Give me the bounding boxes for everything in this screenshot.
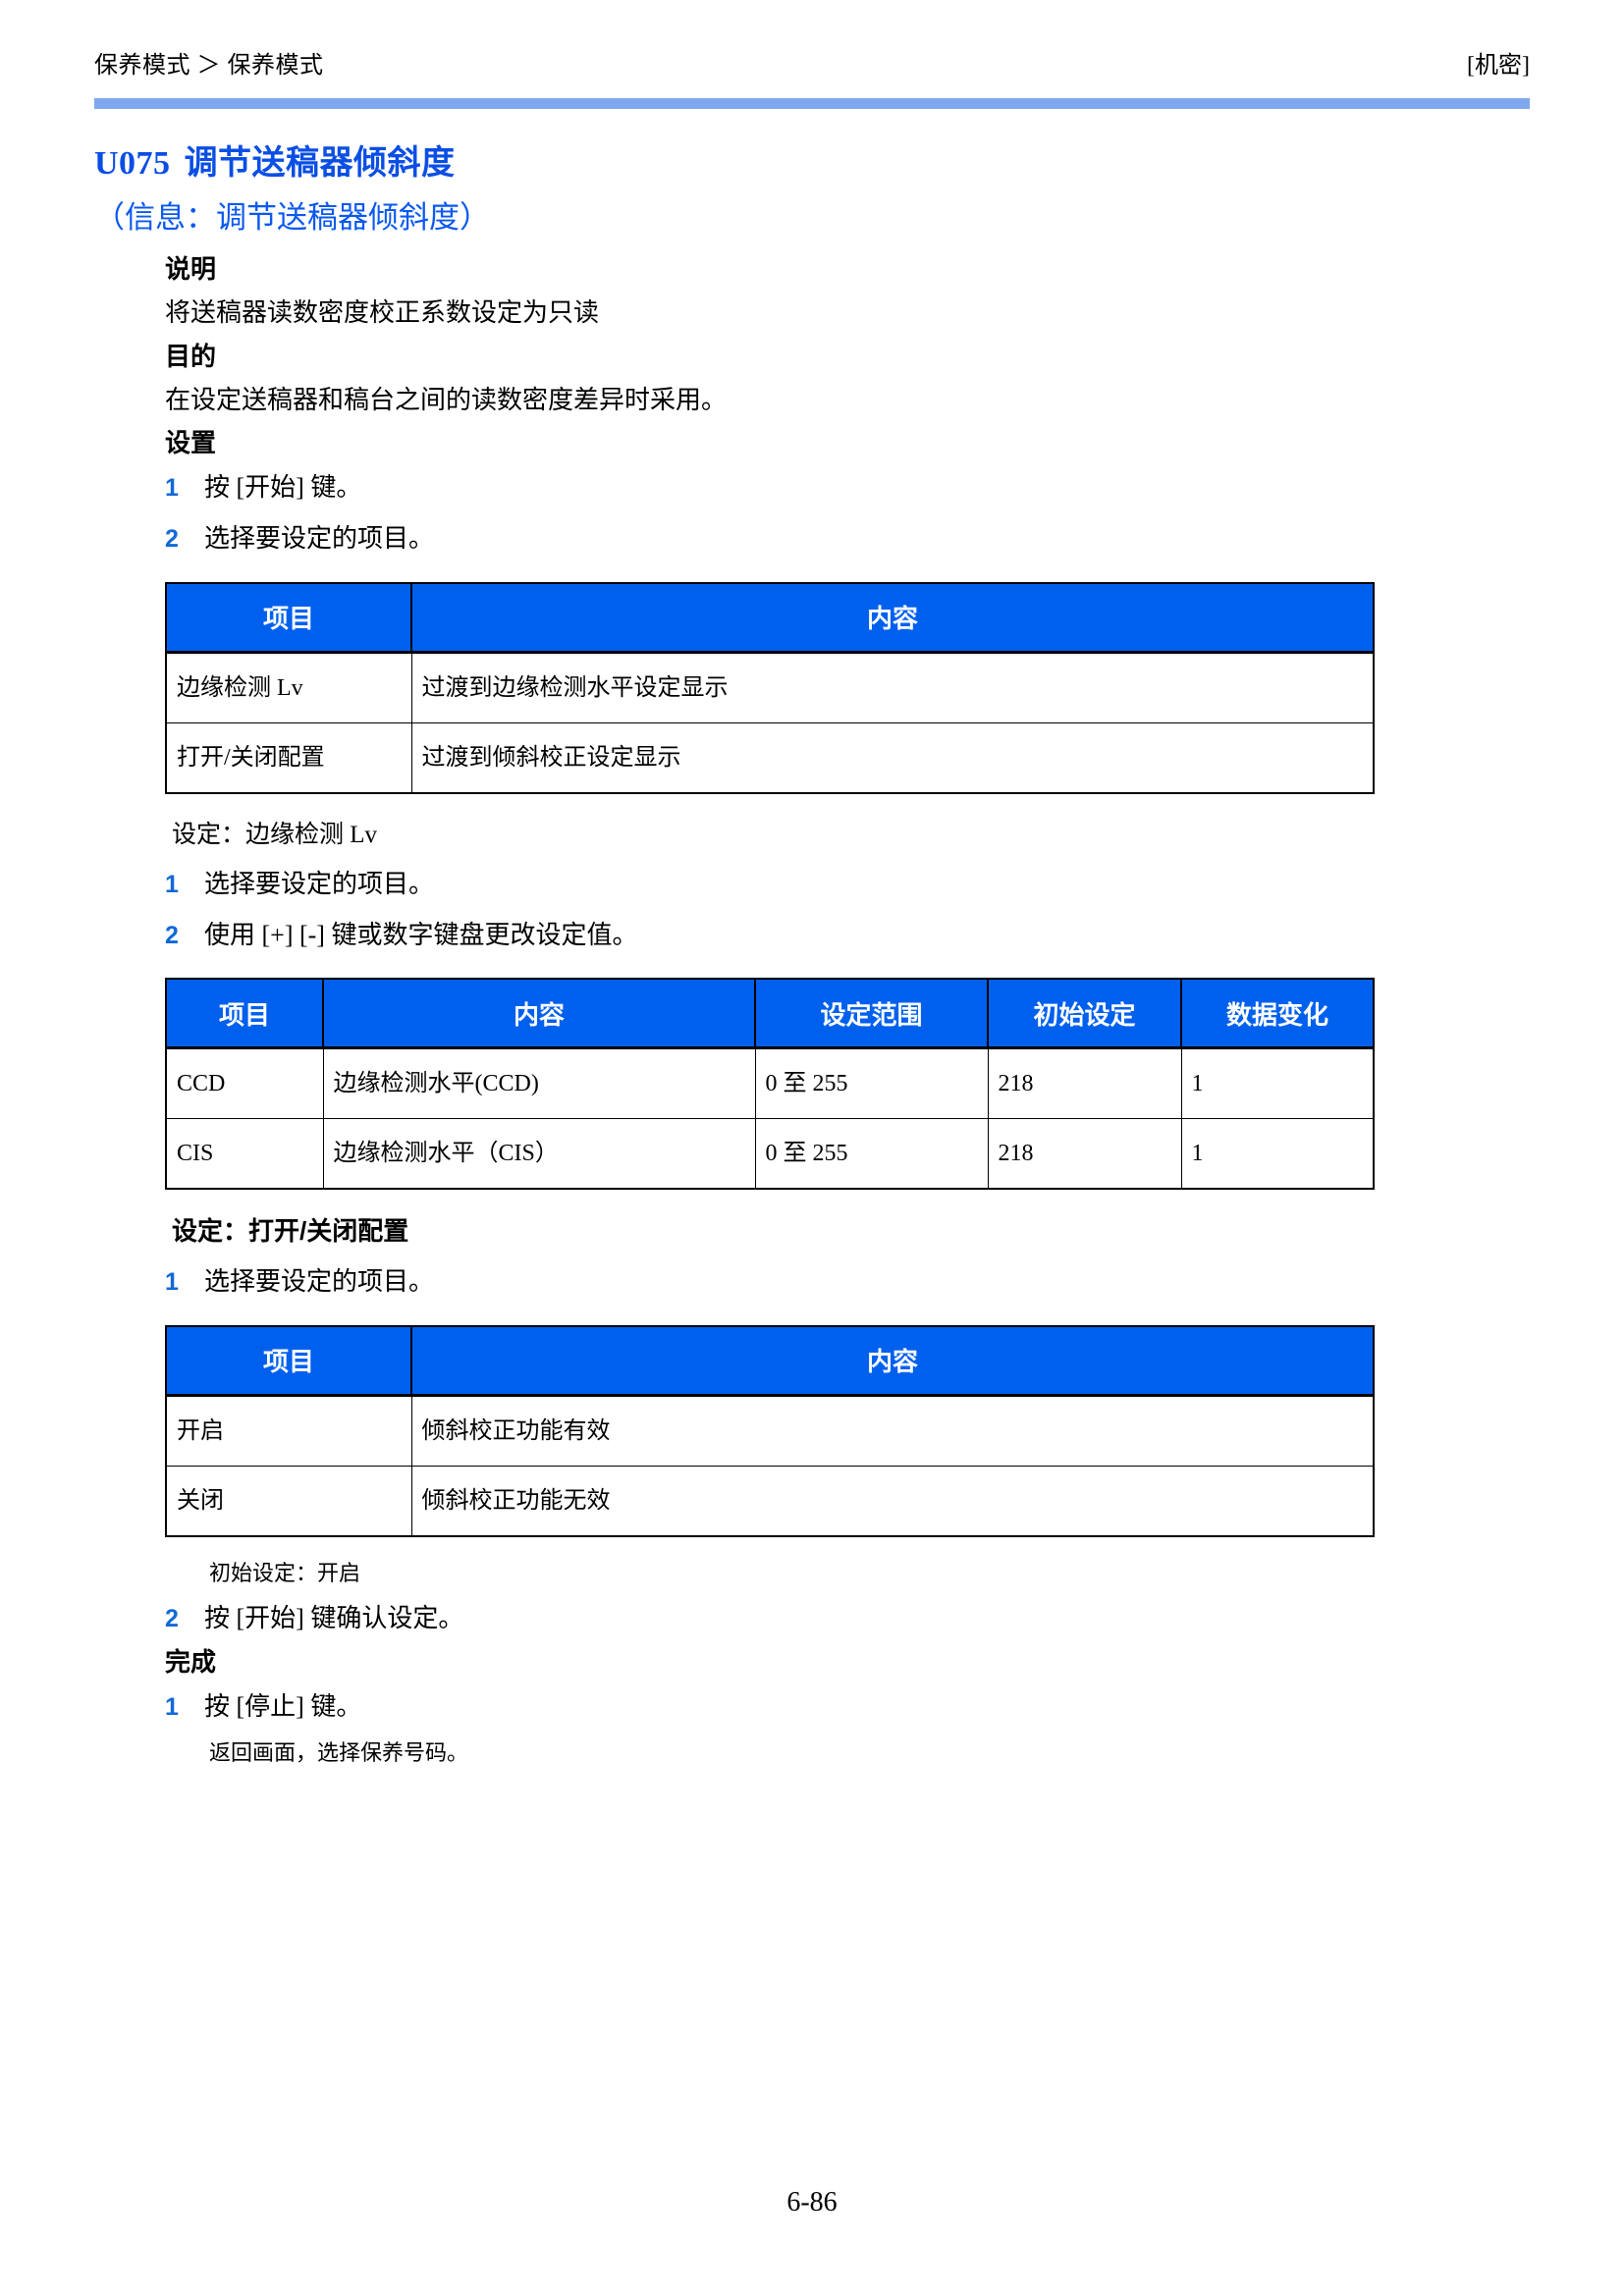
header-divider-rule bbox=[94, 98, 1530, 109]
list-item: 2 按 [开始] 键确认设定。 bbox=[0, 1593, 1624, 1644]
list-item: 1 选择要设定的项目。 bbox=[0, 859, 1624, 910]
step-text: 选择要设定的项目。 bbox=[204, 524, 435, 554]
table-row: 关闭 倾斜校正功能无效 bbox=[166, 1465, 1374, 1536]
breadcrumb: 保养模式 ＞ 保养模式 bbox=[94, 53, 324, 79]
purpose-heading: 目的 bbox=[165, 341, 217, 371]
setting-heading: 设置 bbox=[165, 428, 217, 458]
onoff-default-note: 初始设定：开启 bbox=[209, 1560, 361, 1585]
step-number: 2 bbox=[165, 525, 179, 554]
table-row: CIS 边缘检测水平（CIS） 0 至 255 218 1 bbox=[166, 1118, 1374, 1190]
table-cell: 边缘检测水平(CCD) bbox=[322, 1047, 756, 1120]
page-subtitle: （信息：调节送稿器倾斜度） bbox=[94, 200, 490, 235]
step-text: 按 [停止] 键。 bbox=[204, 1692, 362, 1722]
purpose-section: 目的 在设定送稿器和稿台之间的读数密度差异时采用。 bbox=[0, 338, 1624, 425]
table-cell: CCD bbox=[166, 1047, 324, 1120]
description-section: 说明 将送稿器读数密度校正系数设定为只读 bbox=[0, 250, 1624, 338]
table-row: 开启 倾斜校正功能有效 bbox=[166, 1394, 1374, 1467]
table-cell: 过渡到边缘检测水平设定显示 bbox=[410, 651, 1374, 723]
table-row: CCD 边缘检测水平(CCD) 0 至 255 218 1 bbox=[166, 1047, 1374, 1120]
page-title: U075 调节送稿器倾斜度 bbox=[94, 135, 456, 184]
list-item: 2 选择要设定的项目。 bbox=[0, 513, 1624, 564]
column-header-item: 项目 bbox=[166, 979, 324, 1050]
table-cell: CIS bbox=[166, 1118, 324, 1190]
page-title-code: U075 bbox=[94, 145, 171, 182]
table-cell: 边缘检测 Lv bbox=[166, 651, 412, 723]
table-cell: 0 至 255 bbox=[754, 1047, 989, 1120]
table-header-row: 项目 内容 bbox=[166, 1325, 1374, 1397]
description-text: 将送稿器读数密度校正系数设定为只读 bbox=[165, 298, 600, 327]
column-header-range: 设定范围 bbox=[754, 979, 989, 1050]
table-cell: 1 bbox=[1180, 1047, 1374, 1120]
page-number: 6-86 bbox=[786, 2187, 838, 2217]
running-header: 保养模式 ＞ 保养模式 [机密] bbox=[94, 45, 1530, 80]
step-text: 按 [开始] 键。 bbox=[204, 473, 362, 503]
step-number: 2 bbox=[165, 1604, 179, 1632]
step-text: 选择要设定的项目。 bbox=[204, 870, 435, 898]
setting-section: 设置 1 按 [开始] 键。 2 选择要设定的项目。 项目 内容 边缘检测 Lv… bbox=[0, 424, 1624, 809]
classification-label: [机密] bbox=[1467, 53, 1530, 79]
edge-detection-label: 设定：边缘检测 Lv bbox=[172, 821, 378, 848]
list-item: 1 按 [停止] 键。 bbox=[0, 1682, 1624, 1733]
table-cell: 0 至 255 bbox=[754, 1118, 989, 1190]
column-header-default: 初始设定 bbox=[987, 979, 1182, 1050]
column-header-content: 内容 bbox=[410, 1325, 1374, 1397]
table-cell: 边缘检测水平（CIS） bbox=[322, 1118, 756, 1190]
document-page: 保养模式 ＞ 保养模式 [机密] U075 调节送稿器倾斜度 （信息：调节送稿器倾… bbox=[0, 0, 1624, 2296]
table-cell: 关闭 bbox=[166, 1465, 412, 1536]
table-cell: 218 bbox=[987, 1118, 1182, 1190]
table-row: 打开/关闭配置 过渡到倾斜校正设定显示 bbox=[166, 721, 1374, 793]
column-header-item: 项目 bbox=[166, 582, 412, 654]
purpose-text: 在设定送稿器和稿台之间的读数密度差异时采用。 bbox=[165, 385, 728, 414]
table-cell: 倾斜校正功能有效 bbox=[410, 1394, 1374, 1467]
column-header-step: 数据变化 bbox=[1180, 979, 1374, 1050]
table-cell: 218 bbox=[987, 1047, 1182, 1120]
onoff-subsection: 设定：打开/关闭配置 1 选择要设定的项目。 项目 内容 开启 倾斜校正功能有效… bbox=[0, 1205, 1624, 1643]
edge-detection-table: 项目 内容 设定范围 初始设定 数据变化 CCD 边缘检测水平(CCD) 0 至… bbox=[165, 978, 1375, 1191]
table-cell: 倾斜校正功能无效 bbox=[410, 1465, 1374, 1536]
table-row: 边缘检测 Lv 过渡到边缘检测水平设定显示 bbox=[166, 651, 1374, 723]
edge-table-wrap: 项目 内容 设定范围 初始设定 数据变化 CCD 边缘检测水平(CCD) 0 至… bbox=[0, 960, 1624, 1205]
document-body: 说明 将送稿器读数密度校正系数设定为只读 目的 在设定送稿器和稿台之间的读数密度… bbox=[0, 250, 1624, 1773]
step-text: 选择要设定的项目。 bbox=[204, 1267, 435, 1297]
step-number: 2 bbox=[165, 921, 179, 949]
onoff-config-label: 设定：打开/关闭配置 bbox=[172, 1216, 409, 1247]
step-number: 1 bbox=[165, 1268, 179, 1297]
column-header-item: 项目 bbox=[166, 1325, 412, 1397]
complete-heading: 完成 bbox=[165, 1647, 217, 1678]
step-number: 1 bbox=[165, 1693, 179, 1722]
table-header-row: 项目 内容 设定范围 初始设定 数据变化 bbox=[166, 979, 1374, 1050]
step-number: 1 bbox=[165, 871, 179, 898]
table-cell: 1 bbox=[1180, 1118, 1374, 1190]
list-item: 2 使用 [+] [-] 键或数字键盘更改设定值。 bbox=[0, 910, 1624, 961]
onoff-config-table: 项目 内容 开启 倾斜校正功能有效 关闭 倾斜校正功能无效 bbox=[165, 1324, 1375, 1537]
table-cell: 过渡到倾斜校正设定显示 bbox=[410, 721, 1374, 793]
step-number: 1 bbox=[165, 474, 179, 503]
complete-section: 完成 1 按 [停止] 键。 返回画面，选择保养号码。 bbox=[0, 1643, 1624, 1773]
step-text: 按 [开始] 键确认设定。 bbox=[204, 1603, 464, 1632]
edge-detection-subsection: 设定：边缘检测 Lv 1 选择要设定的项目。 2 使用 [+] [-] 键或数字… bbox=[0, 810, 1624, 1206]
column-header-content: 内容 bbox=[322, 979, 756, 1050]
list-item: 1 选择要设定的项目。 bbox=[0, 1256, 1624, 1308]
onoff-table-wrap: 项目 内容 开启 倾斜校正功能有效 关闭 倾斜校正功能无效 bbox=[0, 1308, 1624, 1553]
table-header-row: 项目 内容 bbox=[166, 582, 1374, 654]
list-item: 1 按 [开始] 键。 bbox=[0, 462, 1624, 513]
complete-note: 返回画面，选择保养号码。 bbox=[209, 1740, 469, 1766]
description-heading: 说明 bbox=[165, 254, 217, 284]
step-text: 使用 [+] [-] 键或数字键盘更改设定值。 bbox=[204, 920, 638, 949]
table-cell: 开启 bbox=[166, 1394, 412, 1467]
page-title-name: 调节送稿器倾斜度 bbox=[184, 145, 456, 182]
menu-table: 项目 内容 边缘检测 Lv 过渡到边缘检测水平设定显示 打开/关闭配置 过渡到倾… bbox=[165, 581, 1375, 794]
column-header-content: 内容 bbox=[410, 582, 1374, 654]
menu-table-wrap: 项目 内容 边缘检测 Lv 过渡到边缘检测水平设定显示 打开/关闭配置 过渡到倾… bbox=[0, 564, 1624, 810]
table-cell: 打开/关闭配置 bbox=[166, 721, 412, 793]
